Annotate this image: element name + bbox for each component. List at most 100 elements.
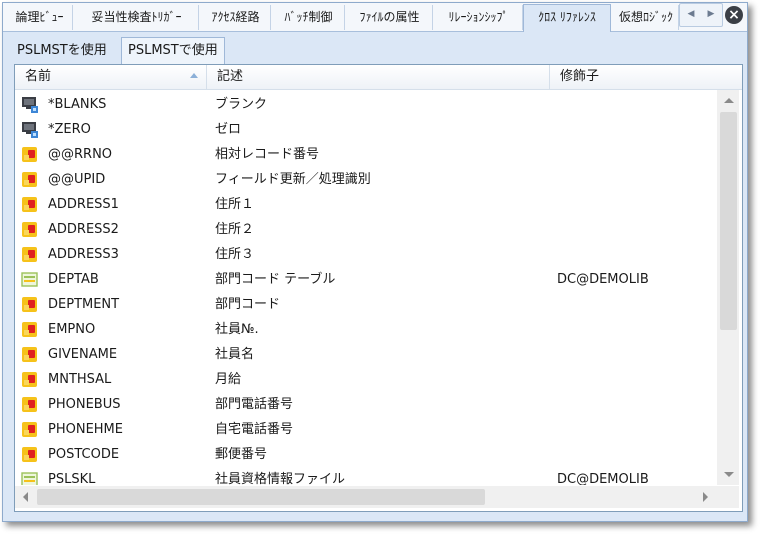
item-description: 相対レコード番号 bbox=[215, 147, 320, 162]
field-icon bbox=[21, 396, 38, 413]
subtab-label: PSLMSTで使用 bbox=[128, 43, 218, 58]
column-header-modifier[interactable]: 修飾子 bbox=[550, 65, 740, 89]
tab-label: ﾊﾞｯﾁ制御 bbox=[284, 10, 333, 24]
item-description: 部門コード テーブル bbox=[215, 272, 336, 287]
horizontal-scrollbar[interactable] bbox=[15, 486, 717, 508]
list-item[interactable]: PHONEBUS 部門電話番号 bbox=[15, 392, 715, 417]
tab-cross-reference[interactable]: ｸﾛｽ ﾘﾌｧﾚﾝｽ bbox=[523, 4, 611, 32]
system-field-icon bbox=[21, 121, 38, 138]
list-item[interactable]: ADDRESS1 住所１ bbox=[15, 192, 715, 217]
list-item[interactable]: @@UPID フィールド更新／処理識別 bbox=[15, 167, 715, 192]
item-description: ゼロ bbox=[215, 122, 242, 137]
item-name: @@UPID bbox=[48, 172, 106, 187]
tab-logical-view[interactable]: 論理ﾋﾞｭｰ bbox=[7, 5, 73, 30]
subtab-used-by-pslmst[interactable]: PSLMSTで使用 bbox=[121, 37, 225, 64]
scroll-down-icon[interactable] bbox=[724, 472, 734, 477]
tab-file-attributes[interactable]: ﾌｧｲﾙの属性 bbox=[347, 5, 433, 30]
field-icon bbox=[21, 146, 38, 163]
cross-reference-window: 論理ﾋﾞｭｰ 妥当性検査ﾄﾘｶﾞｰ ｱｸｾｽ経路 ﾊﾞｯﾁ制御 ﾌｧｲﾙの属性 … bbox=[2, 2, 748, 522]
tab-label: 論理ﾋﾞｭｰ bbox=[15, 10, 64, 24]
list-item[interactable]: @@RRNO 相対レコード番号 bbox=[15, 142, 715, 167]
item-name: *BLANKS bbox=[48, 97, 107, 112]
field-icon bbox=[21, 221, 38, 238]
field-icon bbox=[21, 196, 38, 213]
tab-relationship[interactable]: ﾘﾚｰｼｮﾝｼｯﾌﾟ bbox=[435, 5, 523, 30]
list-item[interactable]: MNTHSAL 月給 bbox=[15, 367, 715, 392]
close-icon[interactable]: × bbox=[725, 6, 743, 24]
vertical-scrollbar[interactable] bbox=[717, 90, 739, 485]
vertical-scroll-thumb[interactable] bbox=[720, 112, 737, 330]
item-description: ブランク bbox=[215, 97, 268, 112]
column-header-description[interactable]: 記述 bbox=[207, 65, 550, 89]
file-icon bbox=[21, 271, 38, 288]
tab-validation-trigger[interactable]: 妥当性検査ﾄﾘｶﾞｰ bbox=[75, 5, 199, 30]
tab-scroll-buttons: ◀ ▶ bbox=[679, 3, 723, 27]
item-description: 自宅電話番号 bbox=[215, 422, 294, 437]
editor-tab-strip: 論理ﾋﾞｭｰ 妥当性検査ﾄﾘｶﾞｰ ｱｸｾｽ経路 ﾊﾞｯﾁ制御 ﾌｧｲﾙの属性 … bbox=[3, 3, 747, 32]
item-description: 郵便番号 bbox=[215, 447, 268, 462]
tab-access-path[interactable]: ｱｸｾｽ経路 bbox=[201, 5, 271, 30]
list-item[interactable]: DEPTMENT 部門コード bbox=[15, 292, 715, 317]
column-header-label: 名前 bbox=[25, 69, 52, 84]
list-item[interactable]: PHONEHME 自宅電話番号 bbox=[15, 417, 715, 442]
item-description: 部門電話番号 bbox=[215, 397, 294, 412]
tab-label: 仮想ﾛｼﾞｯｸ bbox=[619, 10, 674, 24]
item-modifier: DC@DEMOLIB bbox=[557, 272, 649, 287]
item-description: 住所１ bbox=[215, 197, 255, 212]
item-name: ADDRESS2 bbox=[48, 222, 119, 237]
sort-ascending-icon bbox=[190, 73, 198, 78]
tab-label: ﾌｧｲﾙの属性 bbox=[359, 10, 420, 24]
scroll-left-icon[interactable] bbox=[23, 492, 28, 502]
list-item[interactable]: DEPTAB 部門コード テーブル DC@DEMOLIB bbox=[15, 267, 715, 292]
field-icon bbox=[21, 371, 38, 388]
list-item[interactable]: *ZERO ゼロ bbox=[15, 117, 715, 142]
item-name: *ZERO bbox=[48, 122, 91, 137]
item-name: PHONEBUS bbox=[48, 397, 121, 412]
file-icon bbox=[21, 471, 38, 485]
item-description: 月給 bbox=[215, 372, 242, 387]
item-description: フィールド更新／処理識別 bbox=[215, 172, 371, 187]
system-field-icon bbox=[21, 96, 38, 113]
list-item[interactable]: ADDRESS2 住所２ bbox=[15, 217, 715, 242]
item-name: GIVENAME bbox=[48, 347, 118, 362]
column-header-name[interactable]: 名前 bbox=[15, 65, 207, 89]
item-name: DEPTAB bbox=[48, 272, 99, 287]
list-item[interactable]: GIVENAME 社員名 bbox=[15, 342, 715, 367]
tab-scroll-left-icon[interactable]: ◀ bbox=[682, 6, 700, 22]
tab-label: 妥当性検査ﾄﾘｶﾞｰ bbox=[91, 10, 182, 24]
item-name: PSLSKL bbox=[48, 472, 96, 485]
item-description: 住所３ bbox=[215, 247, 255, 262]
scrollbar-corner bbox=[717, 486, 739, 508]
tab-label: ｸﾛｽ ﾘﾌｧﾚﾝｽ bbox=[538, 10, 596, 24]
scroll-up-icon[interactable] bbox=[724, 98, 734, 103]
item-name: ADDRESS1 bbox=[48, 197, 119, 212]
list-item[interactable]: EMPNO 社員№. bbox=[15, 317, 715, 342]
list-item[interactable]: *BLANKS ブランク bbox=[15, 92, 715, 117]
list-item[interactable]: PSLSKL 社員資格情報ファイル DC@DEMOLIB bbox=[15, 467, 715, 485]
horizontal-scroll-thumb[interactable] bbox=[37, 489, 485, 505]
item-description: 部門コード bbox=[215, 297, 281, 312]
field-icon bbox=[21, 296, 38, 313]
cross-reference-list: 名前 記述 修飾子 *BLANKS ブランク *ZERO ゼロ @@RRNO 相対レコード… bbox=[14, 64, 743, 512]
item-description: 住所２ bbox=[215, 222, 255, 237]
field-icon bbox=[21, 421, 38, 438]
list-rows: *BLANKS ブランク *ZERO ゼロ @@RRNO 相対レコード番号 @@UPID フィ… bbox=[15, 92, 715, 485]
field-icon bbox=[21, 171, 38, 188]
list-item[interactable]: POSTCODE 郵便番号 bbox=[15, 442, 715, 467]
column-header-label: 記述 bbox=[217, 69, 244, 84]
field-icon bbox=[21, 346, 38, 363]
tab-scroll-right-icon[interactable]: ▶ bbox=[702, 6, 720, 22]
list-item[interactable]: ADDRESS3 住所３ bbox=[15, 242, 715, 267]
tab-virtual-logic[interactable]: 仮想ﾛｼﾞｯｸ bbox=[613, 5, 679, 30]
tab-label: ｱｸｾｽ経路 bbox=[211, 10, 260, 24]
item-name: PHONEHME bbox=[48, 422, 123, 437]
scroll-right-icon[interactable] bbox=[703, 492, 708, 502]
list-header: 名前 記述 修飾子 bbox=[15, 65, 742, 90]
column-header-label: 修飾子 bbox=[560, 69, 600, 84]
tab-batch-control[interactable]: ﾊﾞｯﾁ制御 bbox=[273, 5, 345, 30]
subtab-uses-pslmst[interactable]: PSLMSTを使用 bbox=[11, 38, 113, 63]
item-description: 社員名 bbox=[215, 347, 255, 362]
item-description: 社員資格情報ファイル bbox=[215, 472, 346, 485]
item-name: ADDRESS3 bbox=[48, 247, 119, 262]
item-name: DEPTMENT bbox=[48, 297, 120, 312]
